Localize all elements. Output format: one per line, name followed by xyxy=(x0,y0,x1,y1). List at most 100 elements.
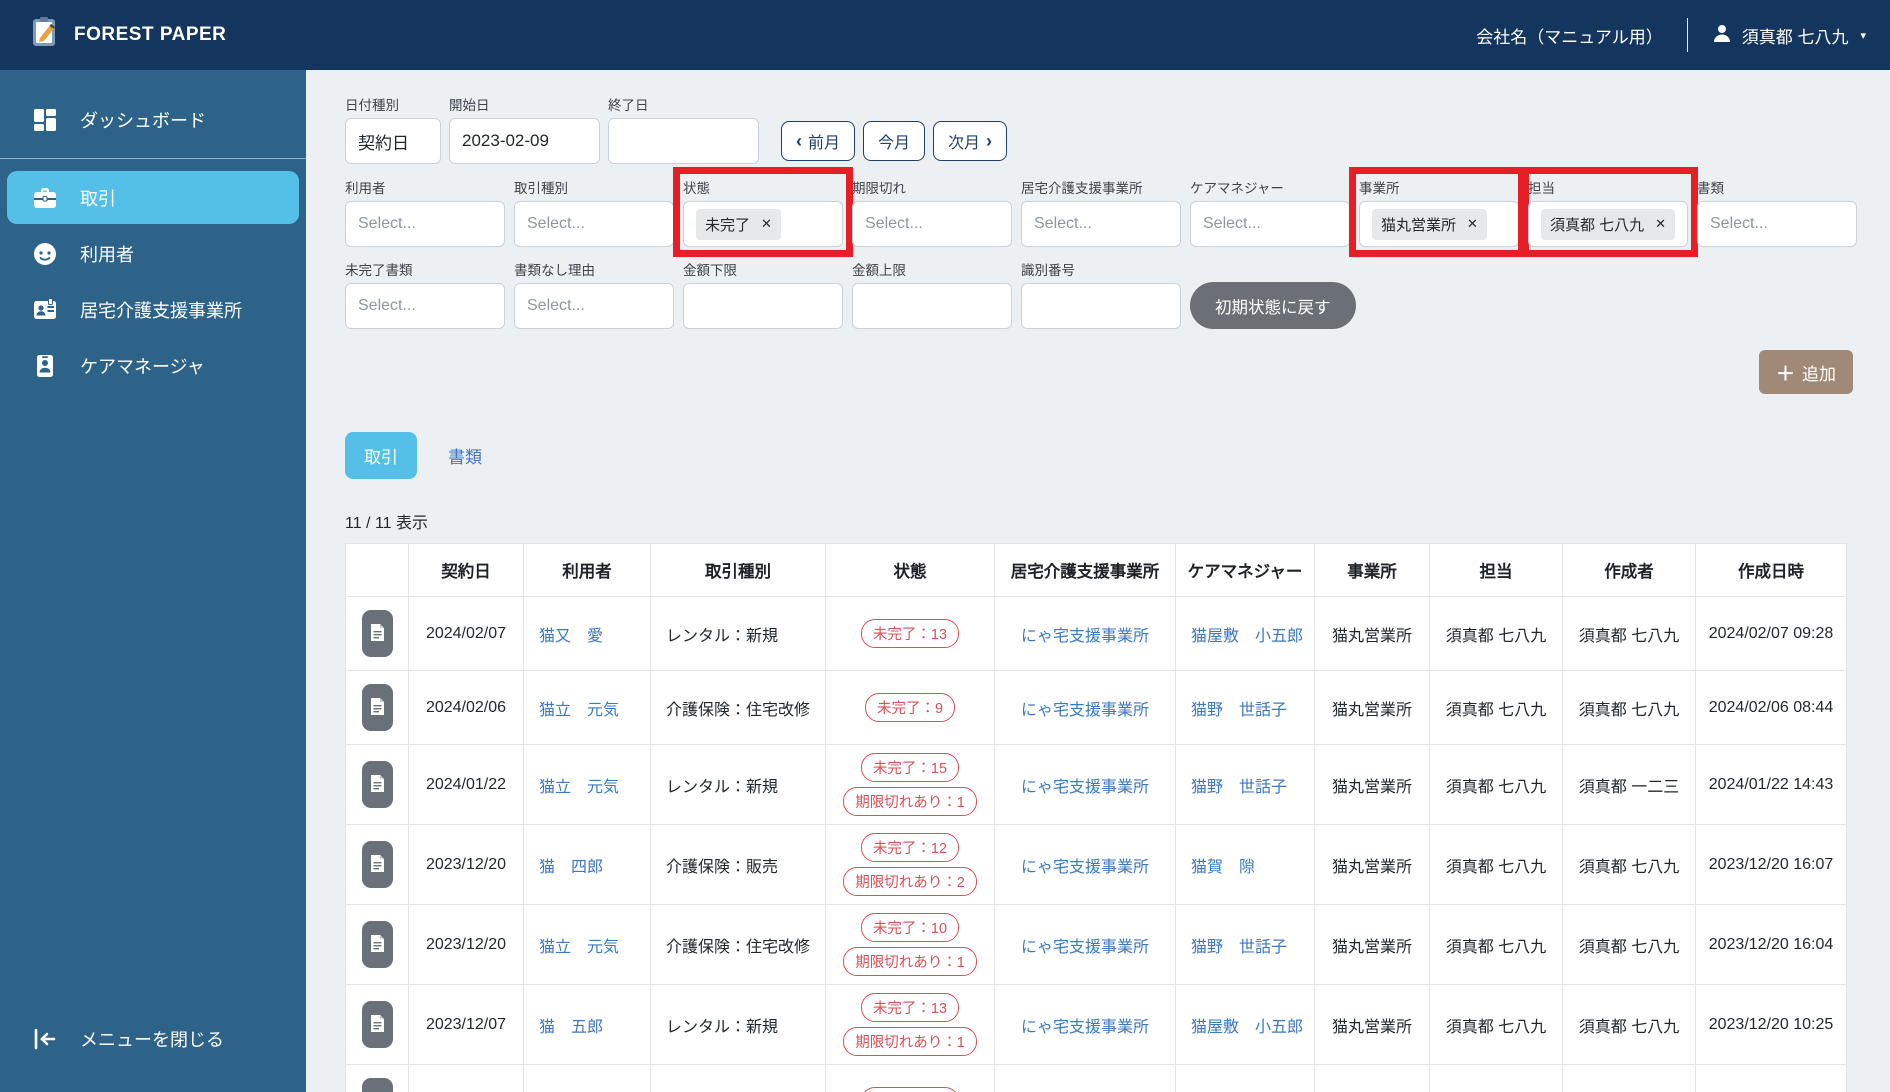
amount-max-input[interactable] xyxy=(852,283,1012,329)
status-cell: 未完了：10 期限切れあり：1 xyxy=(825,904,995,985)
care-manager-link[interactable]: 猫野 世話子 xyxy=(1191,779,1287,796)
contract-date-cell: 2024/02/06 xyxy=(408,670,524,745)
created-at-cell: 2023/12/20 16:07 xyxy=(1695,824,1847,905)
home-care-office-select[interactable]: Select... xyxy=(1021,201,1181,247)
status-badges: 未完了：13 期限切れあり：1 xyxy=(832,993,988,1056)
user-select[interactable]: Select... xyxy=(345,201,505,247)
home-care-office-cell: にゃ宅支援事業所 xyxy=(994,670,1176,745)
user-cell: 猫又 愛 xyxy=(523,1064,651,1092)
transaction-type-cell: レンタル：新規 xyxy=(650,1064,826,1092)
column-header: 作成者 xyxy=(1562,543,1696,597)
transaction-type-cell: レンタル：新規 xyxy=(650,984,826,1065)
user-menu[interactable]: 須真都 七八九 ▾ xyxy=(1712,23,1866,48)
care-manager-select[interactable]: Select... xyxy=(1190,201,1350,247)
open-document-button[interactable] xyxy=(361,684,393,731)
filter-field-office: 事業所 猫丸営業所 ✕ xyxy=(1349,167,1529,257)
start-date-input[interactable] xyxy=(449,118,600,164)
office-select[interactable]: 猫丸営業所 ✕ xyxy=(1359,201,1519,247)
filter-field-amount-max: 金額上限 xyxy=(852,259,1012,329)
document-icon xyxy=(370,697,385,719)
amount-min-input[interactable] xyxy=(683,283,843,329)
chip-remove-icon[interactable]: ✕ xyxy=(761,216,772,232)
open-document-button[interactable] xyxy=(361,921,393,968)
user-link[interactable]: 猫 五郎 xyxy=(539,1019,603,1036)
column-header-icon xyxy=(345,543,409,597)
row-icon-cell xyxy=(345,904,409,985)
home-care-office-link[interactable]: にゃ宅支援事業所 xyxy=(1021,859,1149,876)
care-manager-link[interactable]: 猫賀 隙 xyxy=(1191,859,1255,876)
this-month-button[interactable]: 今月 xyxy=(863,121,926,161)
open-document-button[interactable] xyxy=(361,1078,393,1092)
filter-field-start-date: 開始日 xyxy=(449,94,600,164)
sidebar-close-label: メニューを閉じる xyxy=(80,1029,224,1050)
open-document-button[interactable] xyxy=(361,610,393,657)
sidebar-item-close-menu[interactable]: メニューを閉じる xyxy=(7,1012,299,1065)
home-care-office-link[interactable]: にゃ宅支援事業所 xyxy=(1021,628,1149,645)
next-month-button[interactable]: 次月 › xyxy=(933,121,1008,161)
filter-chip-label: 猫丸営業所 xyxy=(1381,216,1457,234)
sidebar-item-dashboard[interactable]: ダッシュボード xyxy=(7,93,299,146)
user-icon xyxy=(1712,23,1732,48)
filter-field-amount-min: 金額下限 xyxy=(683,259,843,329)
documents-select[interactable]: Select... xyxy=(1697,201,1857,247)
staff-select[interactable]: 須真都 七八九 ✕ xyxy=(1528,201,1688,247)
care-manager-cell: 猫野 世話子 xyxy=(1175,904,1315,985)
select-placeholder: Select... xyxy=(358,215,416,232)
user-link[interactable]: 猫又 愛 xyxy=(539,628,603,645)
tab-documents[interactable]: 書類 xyxy=(429,432,501,479)
expired-select[interactable]: Select... xyxy=(852,201,1012,247)
date-type-select[interactable]: 契約日 xyxy=(345,118,441,164)
chip-remove-icon[interactable]: ✕ xyxy=(1467,216,1478,232)
home-care-office-link[interactable]: にゃ宅支援事業所 xyxy=(1021,702,1149,719)
select-placeholder: Select... xyxy=(527,215,585,232)
column-header: ケアマネジャー xyxy=(1175,543,1315,597)
sidebar-item-transactions[interactable]: 取引 xyxy=(7,171,299,224)
sidebar-item-home-care-offices[interactable]: 居宅介護支援事業所 xyxy=(7,283,299,336)
user-link[interactable]: 猫立 元気 xyxy=(539,939,619,956)
care-manager-link[interactable]: 猫屋敷 小五郎 xyxy=(1191,628,1303,645)
home-care-office-link[interactable]: にゃ宅支援事業所 xyxy=(1021,939,1149,956)
care-manager-link[interactable]: 猫屋敷 小五郎 xyxy=(1191,1019,1303,1036)
prev-month-button[interactable]: ‹ 前月 xyxy=(781,121,856,161)
tab-transactions[interactable]: 取引 xyxy=(345,432,417,479)
status-cell: 未完了：13 期限切れあり：1 xyxy=(825,984,995,1065)
open-document-button[interactable] xyxy=(361,761,393,808)
incomplete-docs-select[interactable]: Select... xyxy=(345,283,505,329)
sidebar-item-care-managers[interactable]: ケアマネージャ xyxy=(7,339,299,392)
staff-cell: 須真都 七八九 xyxy=(1429,744,1563,825)
filter-grid-row3: 未完了書類 Select... 書類なし理由 Select... 金額下限 金額… xyxy=(345,259,1853,329)
filter-field-identifier: 識別番号 xyxy=(1021,259,1181,329)
no-doc-reason-select[interactable]: Select... xyxy=(514,283,674,329)
chevron-left-icon: ‹ xyxy=(796,131,802,151)
care-manager-cell: 猫野 世話子 xyxy=(1175,670,1315,745)
reset-filters-button[interactable]: 初期状態に戻す xyxy=(1190,282,1356,329)
home-care-office-link[interactable]: にゃ宅支援事業所 xyxy=(1021,1019,1149,1036)
select-placeholder: Select... xyxy=(1203,215,1261,232)
face-icon xyxy=(31,240,58,267)
sidebar-item-users[interactable]: 利用者 xyxy=(7,227,299,280)
status-select[interactable]: 未完了 ✕ xyxy=(683,201,843,247)
user-link[interactable]: 猫立 元気 xyxy=(539,779,619,796)
filter-field-home-care-office: 居宅介護支援事業所 Select... xyxy=(1021,177,1181,247)
care-manager-link[interactable]: 猫野 世話子 xyxy=(1191,702,1287,719)
identifier-input[interactable] xyxy=(1021,283,1181,329)
filter-field-label: 金額下限 xyxy=(683,263,737,278)
table-row: 2024/02/06 猫立 元気 介護保険：住宅改修 未完了：9 にゃ宅支援事業所 猫野 … xyxy=(345,670,1847,745)
end-date-input[interactable] xyxy=(608,118,759,164)
status-badge: 未完了：10 xyxy=(860,913,960,942)
add-button[interactable]: ＋ 追加 xyxy=(1758,350,1853,394)
open-document-button[interactable] xyxy=(361,1001,393,1048)
transaction-type-select[interactable]: Select... xyxy=(514,201,674,247)
status-badge: 未完了：13 xyxy=(860,993,960,1022)
user-link[interactable]: 猫 四郎 xyxy=(539,859,603,876)
care-manager-link[interactable]: 猫野 世話子 xyxy=(1191,939,1287,956)
filter-field-label: 識別番号 xyxy=(1021,263,1075,278)
chip-remove-icon[interactable]: ✕ xyxy=(1655,216,1666,232)
creator-cell: 須真都 七八九 xyxy=(1562,984,1696,1065)
filter-chip: 須真都 七八九 ✕ xyxy=(1541,208,1676,240)
office-cell: 猫丸営業所 xyxy=(1314,670,1430,745)
user-link[interactable]: 猫立 元気 xyxy=(539,702,619,719)
home-care-office-link[interactable]: にゃ宅支援事業所 xyxy=(1021,779,1149,796)
transaction-type-cell: レンタル：新規 xyxy=(650,596,826,671)
open-document-button[interactable] xyxy=(361,841,393,888)
